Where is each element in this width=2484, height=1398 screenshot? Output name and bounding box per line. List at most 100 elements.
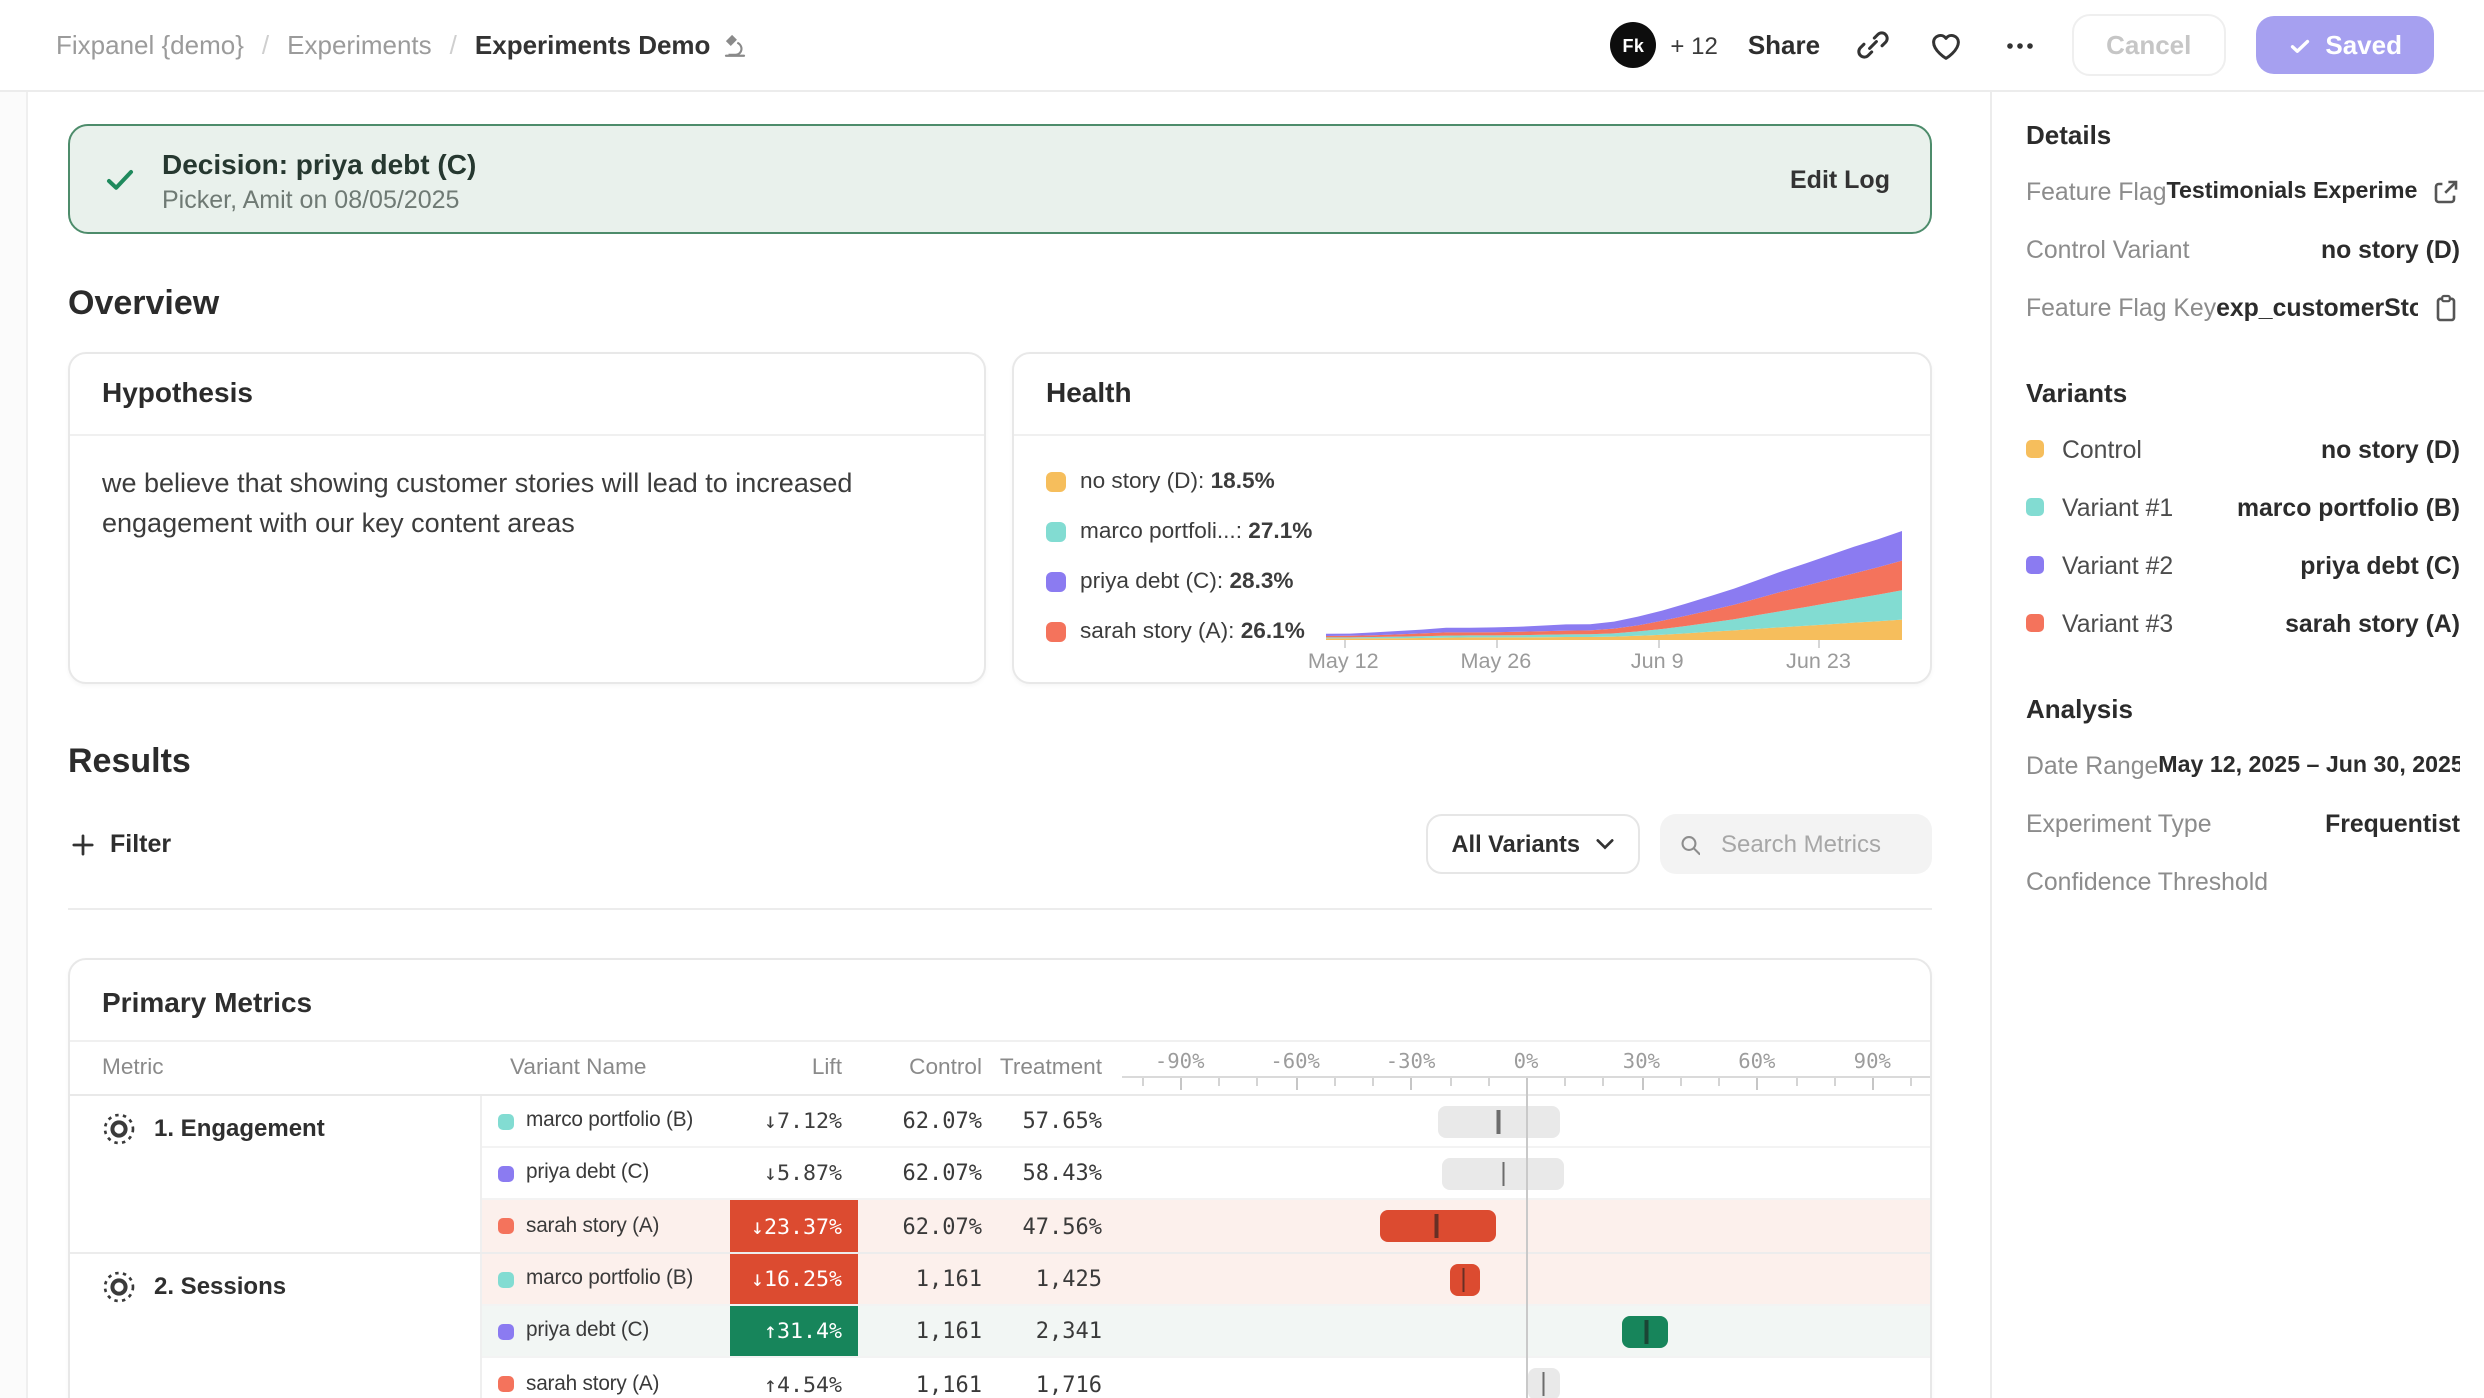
top-actions: Fk + 12 Share Cancel Saved (1610, 14, 2434, 76)
health-legend-item[interactable]: no story (D): 18.5% (1046, 470, 1326, 494)
overview-cards: Hypothesis we believe that showing custo… (68, 352, 1990, 684)
details-rows: Feature FlagTestimonials ExperimentContr… (2026, 162, 2460, 336)
lift-badge: ↓23.37% (730, 1200, 858, 1252)
saved-label: Saved (2325, 30, 2402, 60)
legend-label: priya debt (C): 28.3% (1080, 570, 1294, 594)
ci-axis-tick (1411, 1078, 1413, 1090)
main-content: Decision: priya debt (C) Picker, Amit on… (26, 92, 1990, 1398)
row-label: Experiment Type (2026, 809, 2212, 837)
metric-cell[interactable]: 2. Sessions (70, 1254, 482, 1398)
variant-color-dot (498, 1218, 514, 1234)
row-value: sarah story (A) (2285, 609, 2460, 637)
detail-row: Control Variantno story (D) (2026, 220, 2460, 278)
goal-target-icon (102, 1269, 136, 1303)
decision-subtitle: Picker, Amit on 08/05/2025 (162, 185, 1786, 213)
health-card-header: Health (1014, 354, 1930, 436)
lift-cell: ↑31.4% (730, 1306, 858, 1356)
variant-color-dot (2026, 614, 2044, 632)
search-metrics-input[interactable] (1717, 828, 1912, 860)
health-legend-item[interactable]: priya debt (C): 28.3% (1046, 570, 1326, 594)
variant-color-dot (498, 1271, 514, 1287)
ci-axis-tick (1488, 1078, 1490, 1086)
ci-axis-label: 60% (1738, 1050, 1775, 1074)
ci-axis-tick (1911, 1078, 1913, 1086)
variants-rows: Controlno story (D)Variant #1marco portf… (2026, 420, 2460, 652)
favorite-heart-icon[interactable] (1924, 23, 1968, 67)
ci-mean-mark (1645, 1320, 1648, 1344)
variant-result-row[interactable]: priya debt (C)↓5.87%62.07%58.43% (482, 1148, 1930, 1200)
ci-axis-label: 90% (1854, 1050, 1891, 1074)
toolbar-right: All Variants (1425, 814, 1932, 874)
health-legend-item[interactable]: sarah story (A): 26.1% (1046, 620, 1326, 644)
control-value: 1,161 (858, 1318, 982, 1344)
legend-swatch (1046, 622, 1066, 642)
variant-row: Variant #1marco portfolio (B) (2026, 478, 2460, 536)
variant-result-row[interactable]: marco portfolio (B)↓16.25%1,1611,425 (482, 1254, 1930, 1306)
more-options-icon[interactable] (1998, 23, 2042, 67)
edit-log-button[interactable]: Edit Log (1786, 153, 1894, 205)
variant-color-dot (2026, 498, 2044, 516)
health-legend-item[interactable]: marco portfoli...: 27.1% (1046, 520, 1326, 544)
x-axis-tick (1496, 640, 1498, 648)
metric-name: 2. Sessions (154, 1272, 286, 1300)
row-value: no story (D) (2321, 435, 2460, 463)
results-heading: Results (68, 742, 1990, 782)
ci-axis-tick (1834, 1078, 1836, 1086)
copy-link-icon[interactable] (1850, 23, 1894, 67)
cancel-button[interactable]: Cancel (2072, 14, 2225, 76)
variant-cell: marco portfolio (B) (482, 1268, 730, 1290)
breadcrumb-item[interactable]: Experiments (287, 30, 432, 60)
external-link-button[interactable] (2432, 177, 2460, 205)
variant-name: marco portfolio (B) (526, 1110, 693, 1132)
legend-swatch (1046, 472, 1066, 492)
saved-button[interactable]: Saved (2255, 16, 2434, 74)
ci-mean-mark (1462, 1268, 1465, 1292)
ci-mean-mark (1435, 1214, 1438, 1238)
column-control: Control (858, 1056, 982, 1080)
variant-result-row[interactable]: marco portfolio (B)↓7.12%62.07%57.65% (482, 1096, 1930, 1148)
check-icon (2287, 33, 2311, 57)
primary-metrics-card: Primary Metrics Metric Variant Name Lift… (68, 958, 1932, 1398)
variant-name: priya debt (C) (526, 1162, 649, 1184)
treatment-value: 2,341 (982, 1318, 1102, 1344)
toolbar-divider (68, 908, 1932, 910)
treatment-value: 1,716 (982, 1371, 1102, 1397)
analysis-rows: Date RangeMay 12, 2025 – Jun 30, 2025Exp… (2026, 736, 2460, 910)
legend-label: no story (D): 18.5% (1080, 470, 1275, 494)
column-lift: Lift (730, 1056, 858, 1080)
share-button[interactable]: Share (1748, 30, 1820, 60)
row-value: exp_customerStory (2216, 293, 2418, 321)
lift-value: ↓7.12% (730, 1096, 858, 1146)
variant-result-row[interactable]: sarah story (A)↓23.37%62.07%47.56% (482, 1200, 1930, 1252)
copy-button[interactable] (2432, 293, 2460, 321)
variants-section: Variants Controlno story (D)Variant #1ma… (2026, 378, 2460, 652)
variant-color-dot (2026, 556, 2044, 574)
breadcrumb-item[interactable]: Fixpanel {demo} (56, 30, 244, 60)
metric-rows: marco portfolio (B)↓16.25%1,1611,425priy… (482, 1254, 1930, 1398)
variant-result-row[interactable]: priya debt (C)↑31.4%1,1612,341 (482, 1306, 1930, 1358)
breadcrumb-item[interactable]: Experiments Demo (475, 30, 749, 60)
health-legend: no story (D): 18.5% marco portfoli...: 27… (1046, 462, 1326, 678)
detail-row: Confidence Threshold (2026, 852, 2460, 910)
table-body: 1. Engagementmarco portfolio (B)↓7.12%62… (70, 1096, 1930, 1398)
ci-axis-tick (1564, 1078, 1566, 1086)
metric-cell[interactable]: 1. Engagement (70, 1096, 482, 1252)
row-value: marco portfolio (B) (2237, 493, 2460, 521)
variant-result-row[interactable]: sarah story (A)↑4.54%1,1611,716 (482, 1358, 1930, 1398)
collaborators-count[interactable]: + 12 (1670, 31, 1717, 59)
ci-axis-tick (1718, 1078, 1720, 1086)
add-filter-button[interactable]: Filter (68, 818, 175, 870)
analysis-heading: Analysis (2026, 694, 2460, 724)
overview-heading: Overview (68, 284, 1990, 324)
variant-cell: sarah story (A) (482, 1373, 730, 1395)
variant-color-dot (498, 1113, 514, 1129)
treatment-value: 1,425 (982, 1266, 1102, 1292)
variants-filter-dropdown[interactable]: All Variants (1425, 814, 1640, 874)
hypothesis-body[interactable]: we believe that showing customer stories… (70, 436, 930, 570)
row-value[interactable]: Testimonials Experiment (2167, 178, 2419, 204)
health-chart: May 12May 26Jun 9Jun 23 (1326, 462, 1902, 678)
avatar[interactable]: Fk (1610, 22, 1656, 68)
decision-title: Decision: priya debt (C) (162, 145, 1786, 181)
decision-banner: Decision: priya debt (C) Picker, Amit on… (68, 124, 1932, 234)
metric-rows: marco portfolio (B)↓7.12%62.07%57.65%pri… (482, 1096, 1930, 1252)
